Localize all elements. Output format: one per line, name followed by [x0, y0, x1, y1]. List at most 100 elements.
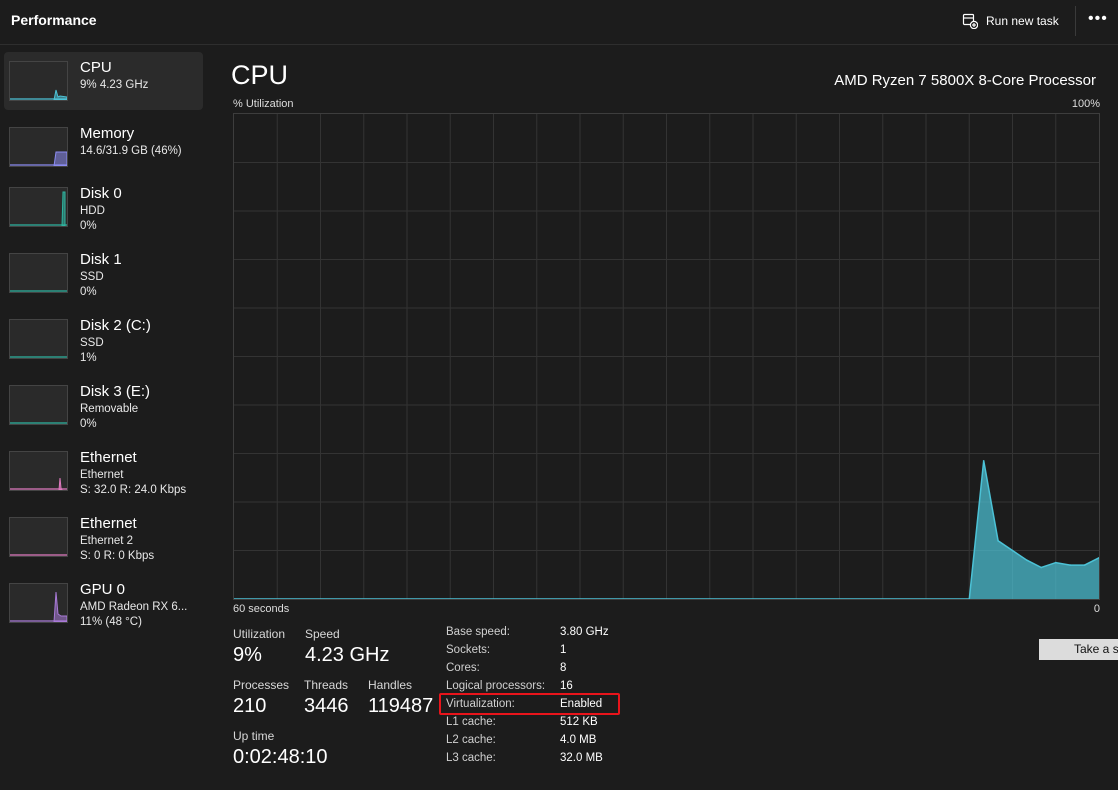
stat-value: 119487 [368, 695, 434, 717]
detail-key: L2 cache: [446, 734, 496, 746]
stat-value: 210 [233, 695, 267, 717]
take-screenshot-button[interactable]: Take a sc [1039, 639, 1118, 660]
sidebar-item-value: S: 0 R: 0 Kbps [80, 550, 155, 562]
stat-value: 4.23 GHz [305, 644, 390, 666]
sidebar-item-graph-thumbnail [9, 187, 68, 227]
stat-value: 0:02:48:10 [233, 746, 328, 768]
stat-label: Up time [233, 729, 275, 743]
sidebar-item-detail: 14.6/31.9 GB (46%) [80, 145, 182, 157]
sidebar-item-name: Ethernet [80, 515, 137, 532]
graph-x-end: 0 [1093, 603, 1100, 615]
stat-label: Speed [305, 627, 340, 641]
sidebar-item-value: 0% [80, 220, 97, 232]
stat-utilization: Utilization 9% [233, 627, 285, 667]
sidebar-item-graph-thumbnail [9, 127, 68, 167]
sidebar-item-value: 11% (48 °C) [80, 616, 142, 628]
cpu-usage-point [997, 540, 999, 542]
sidebar-item-value: S: 32.0 R: 24.0 Kbps [80, 484, 187, 496]
graph-y-max: 100% [1071, 98, 1100, 110]
sidebar-item-detail: HDD [80, 205, 105, 217]
cpu-usage-point [1011, 549, 1014, 552]
sidebar-item-detail: SSD [80, 271, 104, 283]
detail-key: Base speed: [446, 626, 510, 638]
stat-speed: Speed 4.23 GHz [305, 627, 389, 667]
detail-value: 8 [560, 662, 567, 674]
detail-key: Cores: [446, 662, 480, 674]
sidebar-item-name: Memory [80, 125, 135, 142]
stat-value: 3446 [304, 695, 349, 717]
sidebar-item[interactable]: Ethernet Ethernet S: 32.0 R: 24.0 Kbps [4, 442, 203, 500]
sidebar-item-detail: Removable [80, 403, 139, 415]
detail-value: 1 [560, 644, 567, 656]
sidebar-item-value: 0% [80, 286, 97, 298]
sidebar-item-name: Disk 0 [80, 185, 122, 202]
sidebar-item-name: Disk 2 (C:) [80, 317, 151, 334]
sidebar-item-detail: Ethernet 2 [80, 535, 134, 547]
sidebar-item-name: Disk 1 [80, 251, 122, 268]
sidebar-item-name: Ethernet [80, 449, 137, 466]
sidebar-item-value: 0% [80, 418, 97, 430]
run-new-task-button[interactable]: Run new task [962, 10, 1059, 32]
sidebar-item-graph-thumbnail [9, 61, 68, 101]
cpu-usage-point [1055, 561, 1057, 564]
sidebar-item-graph-thumbnail [9, 451, 68, 491]
sidebar-item-graph-thumbnail [9, 583, 68, 623]
sidebar-item-detail: SSD [80, 337, 104, 349]
sidebar-item[interactable]: Memory 14.6/31.9 GB (46%) [4, 118, 203, 176]
page-heading: CPU [231, 60, 289, 90]
sidebar-item-graph-thumbnail [9, 517, 68, 557]
cpu-usage-point [1040, 566, 1043, 569]
cpu-usage-point [982, 460, 985, 462]
detail-value: 3.80 GHz [560, 626, 609, 638]
sidebar-item[interactable]: Disk 3 (E:) Removable 0% [4, 376, 203, 434]
stat-value: 9% [233, 644, 262, 666]
toolbar-divider [1075, 6, 1076, 36]
stat-label: Threads [304, 678, 349, 692]
stat-label: Processes [233, 678, 290, 692]
sidebar-item-detail: AMD Radeon RX 6... [80, 601, 188, 613]
page-title: Performance [11, 12, 97, 28]
sidebar-item-graph-thumbnail [9, 253, 68, 293]
run-task-icon [962, 13, 978, 29]
detail-value: 16 [560, 680, 573, 692]
stat-threads: Threads 3446 [304, 678, 349, 718]
graph-x-label: 60 seconds [233, 603, 290, 615]
more-options-button[interactable]: ••• [1088, 10, 1108, 30]
cpu-utilization-graph [233, 113, 1100, 600]
sidebar-item-graph-thumbnail [9, 385, 68, 425]
detail-value: 512 KB [560, 716, 598, 728]
detail-value: 32.0 MB [560, 752, 603, 764]
cpu-usage-point [1026, 559, 1028, 561]
sidebar-item[interactable]: CPU 9% 4.23 GHz [4, 52, 203, 110]
sidebar-item-graph-thumbnail [9, 319, 68, 359]
sidebar-item-name: GPU 0 [80, 581, 126, 598]
sidebar-item-name: CPU [80, 59, 112, 76]
title-bar: Performance Run new task ••• [0, 0, 1118, 45]
detail-key: L1 cache: [446, 716, 496, 728]
sidebar-item-detail: Ethernet [80, 469, 124, 481]
sidebar-item-name: Disk 3 (E:) [80, 383, 151, 400]
sidebar-item[interactable]: GPU 0 AMD Radeon RX 6... 11% (48 °C) [4, 574, 203, 632]
detail-key: Logical processors: [446, 680, 546, 692]
cpu-model-name: AMD Ryzen 7 5800X 8-Core Processor [834, 72, 1096, 89]
sidebar-item-value: 1% [80, 352, 97, 364]
sidebar-item[interactable]: Ethernet Ethernet 2 S: 0 R: 0 Kbps [4, 508, 203, 566]
sidebar-item[interactable]: Disk 1 SSD 0% [4, 244, 203, 302]
detail-key: Sockets: [446, 644, 491, 656]
stat-uptime: Up time 0:02:48:10 [233, 729, 328, 769]
stat-label: Handles [368, 678, 413, 692]
run-new-task-label: Run new task [986, 14, 1059, 28]
stat-label: Utilization [233, 627, 286, 641]
detail-key: L3 cache: [446, 752, 496, 764]
sidebar-item[interactable]: Disk 0 HDD 0% [4, 178, 203, 236]
graph-canvas [234, 114, 1099, 599]
cpu-usage-point [1069, 564, 1071, 566]
graph-y-label: % Utilization [233, 98, 294, 110]
sidebar-item-detail: 9% 4.23 GHz [80, 79, 149, 91]
sidebar-item[interactable]: Disk 2 (C:) SSD 1% [4, 310, 203, 368]
virtualization-highlight-box [439, 693, 620, 715]
cpu-usage-point [1083, 564, 1086, 566]
stat-processes: Processes 210 [233, 678, 289, 718]
detail-value: 4.0 MB [560, 734, 597, 746]
stat-handles: Handles 119487 [368, 678, 433, 718]
